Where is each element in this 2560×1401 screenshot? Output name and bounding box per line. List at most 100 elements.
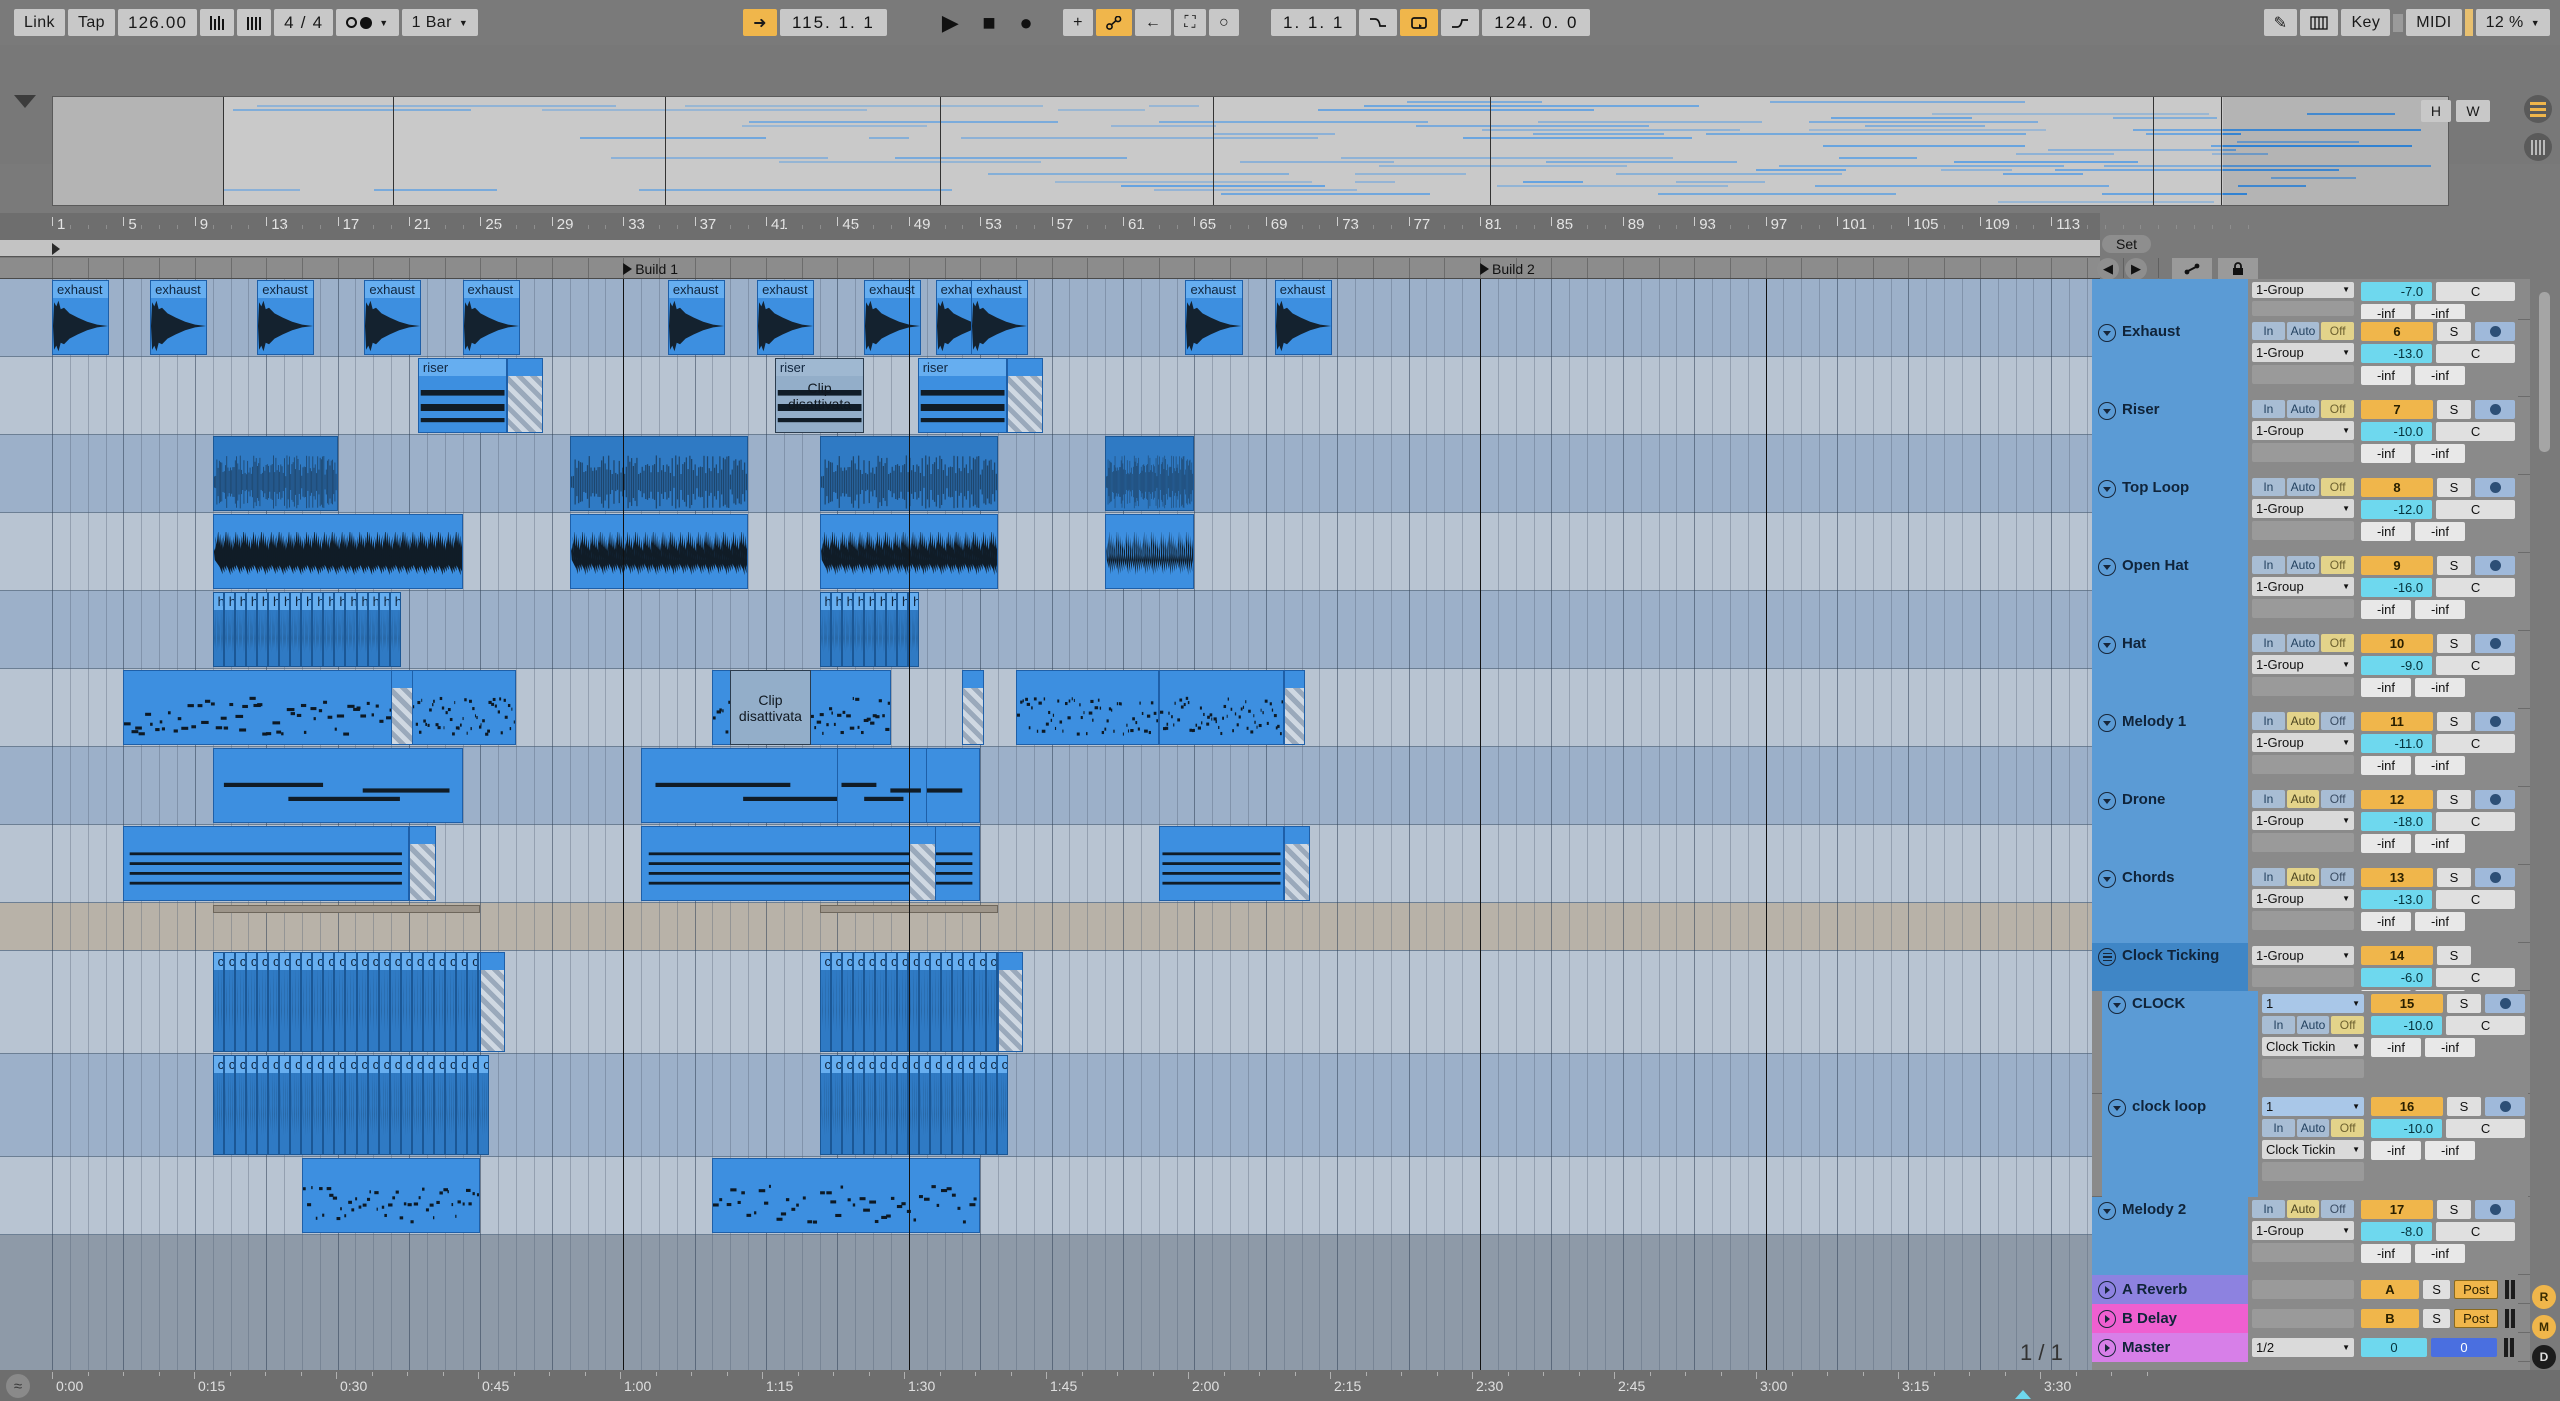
arrangement-clip[interactable]: ha <box>279 592 291 667</box>
arrangement-clip[interactable]: cl <box>930 952 942 1052</box>
arrangement-clip[interactable]: cl <box>841 1055 853 1155</box>
routing-dropdown[interactable]: 1-Group ▼ <box>2252 421 2354 440</box>
arrangement-clip[interactable] <box>123 826 409 901</box>
track-row-partial[interactable]: 1-Group ▼ -7.0 C -inf -inf <box>2092 279 2530 323</box>
punch-in-icon[interactable] <box>1359 9 1398 36</box>
arrangement-clip[interactable]: exhaust <box>257 280 315 355</box>
pan-field[interactable]: C <box>2436 812 2515 831</box>
clip-name[interactable]: ha <box>886 593 896 610</box>
solo-button[interactable]: S <box>2437 556 2471 575</box>
key-map-button[interactable]: Key <box>2341 9 2391 36</box>
clip-name[interactable]: cl <box>986 1056 996 1073</box>
solo-button[interactable]: S <box>2437 478 2471 497</box>
send-slot[interactable] <box>2252 911 2354 930</box>
track-header-riser[interactable]: Riser <box>2092 397 2248 475</box>
arrangement-clip[interactable]: cl <box>467 1055 479 1155</box>
pan-field[interactable]: C <box>2436 1222 2515 1241</box>
monitor-off-button[interactable]: Off <box>2321 322 2355 340</box>
track-activator-button[interactable]: 13 <box>2361 868 2433 887</box>
arrangement-clip[interactable]: cl <box>400 952 412 1052</box>
pan-field[interactable]: C <box>2436 968 2515 987</box>
midi-rail-icon[interactable]: M <box>2532 1315 2556 1339</box>
arrangement-clip[interactable]: exhaust <box>1185 280 1243 355</box>
arrangement-clip[interactable]: cl <box>819 1055 831 1155</box>
clip-name[interactable]: cl <box>964 953 974 970</box>
arrow-left-icon[interactable]: ◀ <box>2097 258 2119 280</box>
width-button[interactable]: W <box>2456 100 2490 122</box>
arrangement-clip[interactable]: ha <box>223 592 235 667</box>
track-activator-button[interactable]: 10 <box>2361 634 2433 653</box>
arrangement-clip[interactable]: cl <box>941 952 953 1052</box>
send-b-field[interactable]: -inf <box>2415 912 2465 931</box>
track-activator-button[interactable]: 6 <box>2361 322 2433 341</box>
clip-name[interactable]: cl <box>268 1056 279 1073</box>
arrangement-clip[interactable]: cl <box>356 952 368 1052</box>
clip-name[interactable]: cl <box>942 1056 952 1073</box>
send-a-field[interactable]: -inf <box>2361 366 2411 385</box>
record-icon[interactable]: ● <box>1009 9 1043 36</box>
track-row[interactable]: CLOCK 1 ▼ In Auto Off Clock Tickin ▼ 15 S -10.0 C -i… <box>2092 991 2530 1094</box>
monitor-in-button[interactable]: In <box>2252 556 2285 574</box>
clip-name[interactable]: cl <box>434 953 445 970</box>
monitor-in-button[interactable]: In <box>2262 1119 2295 1137</box>
arrangement-clip[interactable]: ha <box>334 592 346 667</box>
pan-field[interactable]: C <box>2436 344 2515 363</box>
volume-field[interactable]: -12.0 <box>2361 500 2433 519</box>
clip-name[interactable]: ha <box>842 593 852 610</box>
track-row[interactable]: Melody 2 In Auto Off 1-Group ▼ 17 S -8.0 C -inf -in… <box>2092 1197 2530 1275</box>
locator-marker[interactable]: Build 1 <box>623 258 678 279</box>
arrangement-clip[interactable] <box>962 670 984 745</box>
lock-icon[interactable] <box>2218 258 2258 280</box>
play-master-icon[interactable] <box>2098 1339 2116 1357</box>
monitor-off-button[interactable]: Off <box>2321 478 2355 496</box>
return-track-row[interactable]: B Delay B S Post <box>2092 1304 2530 1333</box>
send-b-field[interactable]: -inf <box>2415 600 2465 619</box>
clip-name[interactable]: ha <box>853 593 863 610</box>
arrangement-clip[interactable] <box>212 514 463 589</box>
clip-name[interactable]: exhaust <box>365 281 421 298</box>
arrangement-clip[interactable]: exhaust <box>462 280 520 355</box>
arrangement-clip[interactable]: cl <box>245 952 257 1052</box>
monitor-off-button[interactable]: Off <box>2331 1016 2365 1034</box>
arrangement-clip[interactable]: ha <box>852 592 864 667</box>
arrangement-clip[interactable]: cl <box>279 952 291 1052</box>
arrangement-clip[interactable]: cl <box>433 952 446 1052</box>
clip-name[interactable]: cl <box>291 1056 301 1073</box>
monitor-auto-button[interactable]: Auto <box>2286 400 2320 418</box>
return-mode-button[interactable]: Post <box>2454 1280 2498 1299</box>
arrangement-clip[interactable]: ha <box>212 592 224 667</box>
clip-name[interactable]: cl <box>246 953 256 970</box>
arrangement-clip[interactable]: ha <box>885 592 897 667</box>
clip-name[interactable]: ha <box>820 593 830 610</box>
clip-name[interactable]: cl <box>335 1056 345 1073</box>
clip-name[interactable]: cl <box>953 953 963 970</box>
arm-record-button[interactable] <box>2475 556 2515 575</box>
clip-name[interactable]: cl <box>423 953 433 970</box>
arrangement-clip[interactable] <box>569 436 749 511</box>
clip-name[interactable]: ha <box>291 593 301 610</box>
monitor-in-button[interactable]: In <box>2252 868 2285 886</box>
routing-dropdown[interactable]: 1 ▼ <box>2262 994 2364 1013</box>
monitor-auto-button[interactable]: Auto <box>2286 712 2320 730</box>
arrangement-clip[interactable]: ha <box>356 592 368 667</box>
follow-icon[interactable]: ➜ <box>743 9 777 36</box>
arrangement-clip[interactable]: cl <box>356 1055 368 1155</box>
volume-field[interactable]: -7.0 <box>2361 282 2433 301</box>
track-activator-button[interactable]: 11 <box>2361 712 2433 731</box>
play-return-icon[interactable] <box>2098 1281 2116 1299</box>
volume-field[interactable]: -13.0 <box>2361 890 2433 909</box>
arrangement-clip[interactable]: cl <box>378 1055 390 1155</box>
arm-record-button[interactable] <box>2475 1200 2515 1219</box>
tap-tempo-button[interactable]: Tap <box>67 9 115 36</box>
arrangement-clip[interactable] <box>1015 670 1159 745</box>
send-slot[interactable] <box>2252 1243 2354 1262</box>
arrangement-clip[interactable]: cl <box>223 1055 235 1155</box>
send-b-field[interactable]: -inf <box>2425 1038 2475 1057</box>
volume-field[interactable]: -16.0 <box>2361 578 2433 597</box>
clip-name[interactable]: cl <box>280 1056 290 1073</box>
arrangement-clip[interactable] <box>301 1158 481 1233</box>
monitor-off-button[interactable]: Off <box>2321 1200 2355 1218</box>
solo-button[interactable]: S <box>2437 712 2471 731</box>
clip-name[interactable]: cl <box>313 953 323 970</box>
arrow-right-icon[interactable]: ▶ <box>2125 258 2147 280</box>
